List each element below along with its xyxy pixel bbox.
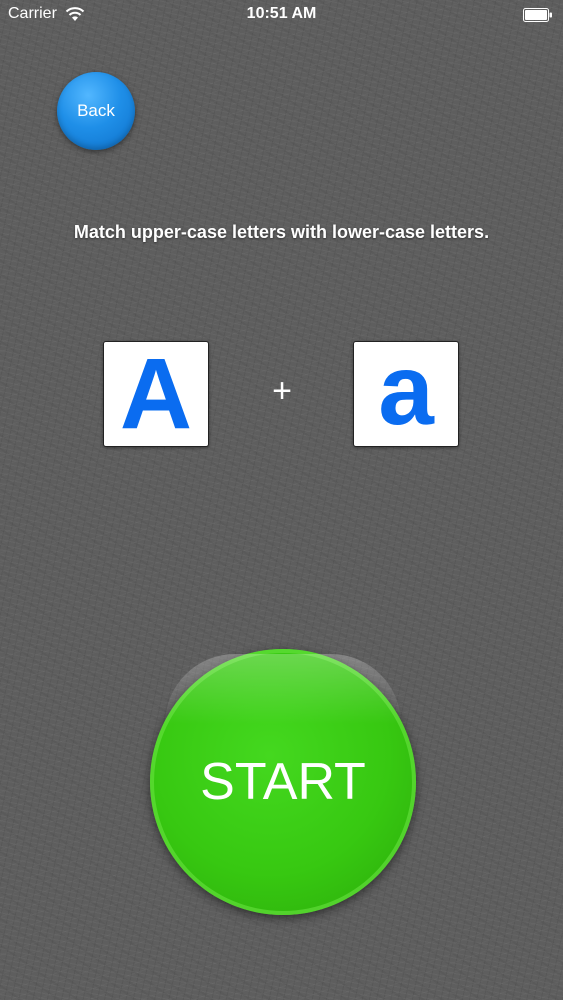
back-button[interactable]: Back [57, 72, 135, 150]
start-button-label: START [200, 753, 366, 811]
lowercase-letter: a [378, 334, 434, 446]
back-button-label: Back [77, 101, 115, 120]
uppercase-letter: A [119, 338, 193, 450]
lowercase-letter-card: a [353, 334, 459, 447]
instructions-text: Match upper-case letters with lower-case… [73, 222, 490, 242]
status-time: 10:51 AM [246, 5, 317, 22]
status-bar: Carrier 10:51 AM [0, 0, 563, 30]
uppercase-letter-card: A [103, 341, 209, 447]
battery-icon [523, 8, 553, 22]
plus-sign: + [272, 372, 292, 410]
start-button[interactable]: START [150, 649, 416, 915]
